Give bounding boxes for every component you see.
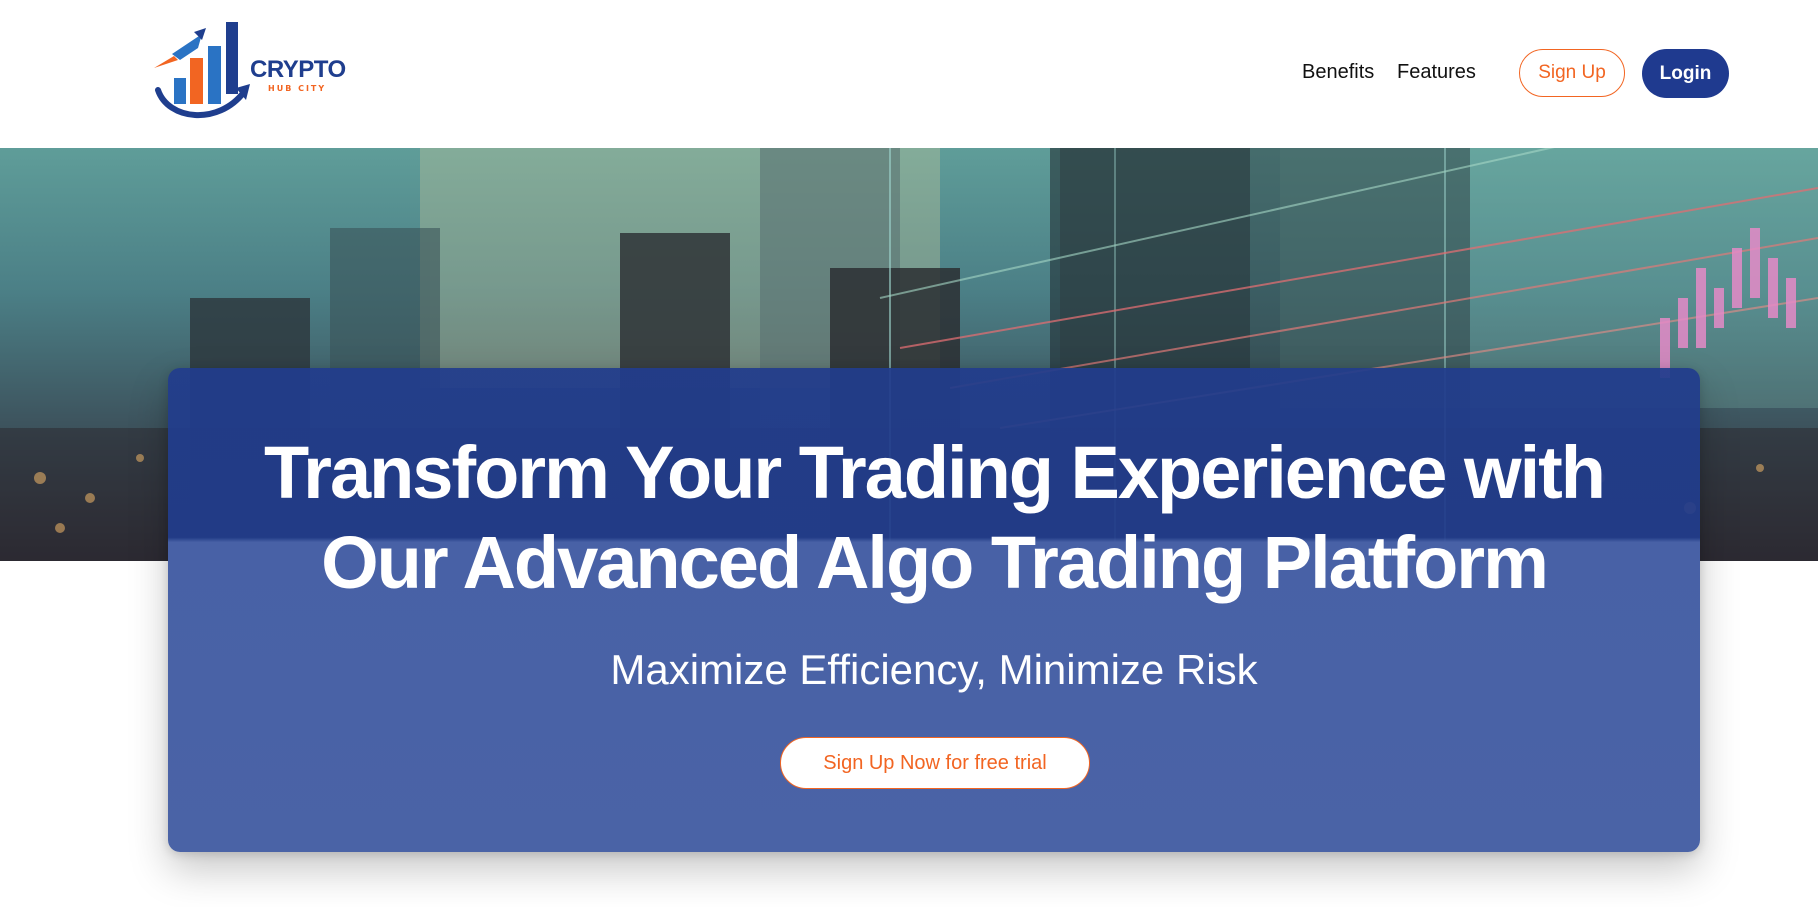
login-button[interactable]: Login [1642,49,1729,98]
nav-link-features[interactable]: Features [1397,59,1476,85]
hero-card: Transform Your Trading Experience with O… [168,368,1700,852]
hero-title-line-1: Transform Your Trading Experience with [264,431,1606,514]
nav-link-benefits[interactable]: Benefits [1302,59,1374,85]
hero-subtitle: Maximize Efficiency, Minimize Risk [610,646,1258,693]
free-trial-signup-button[interactable]: Sign Up Now for free trial [780,737,1090,789]
hero-title-line-2: Our Advanced Algo Trading Platform [321,521,1549,604]
hero-title: Transform Your Trading Experience with O… [168,428,1700,608]
brand-logo[interactable]: CRYPTO HUB CITY [146,18,346,126]
signup-button[interactable]: Sign Up [1519,49,1625,97]
brand-name: CRYPTO [250,56,346,83]
brand-tagline: HUB CITY [268,84,327,93]
logo-chart-icon [154,22,250,118]
site-header: CRYPTO HUB CITY Benefits Features Sign U… [0,0,1818,148]
